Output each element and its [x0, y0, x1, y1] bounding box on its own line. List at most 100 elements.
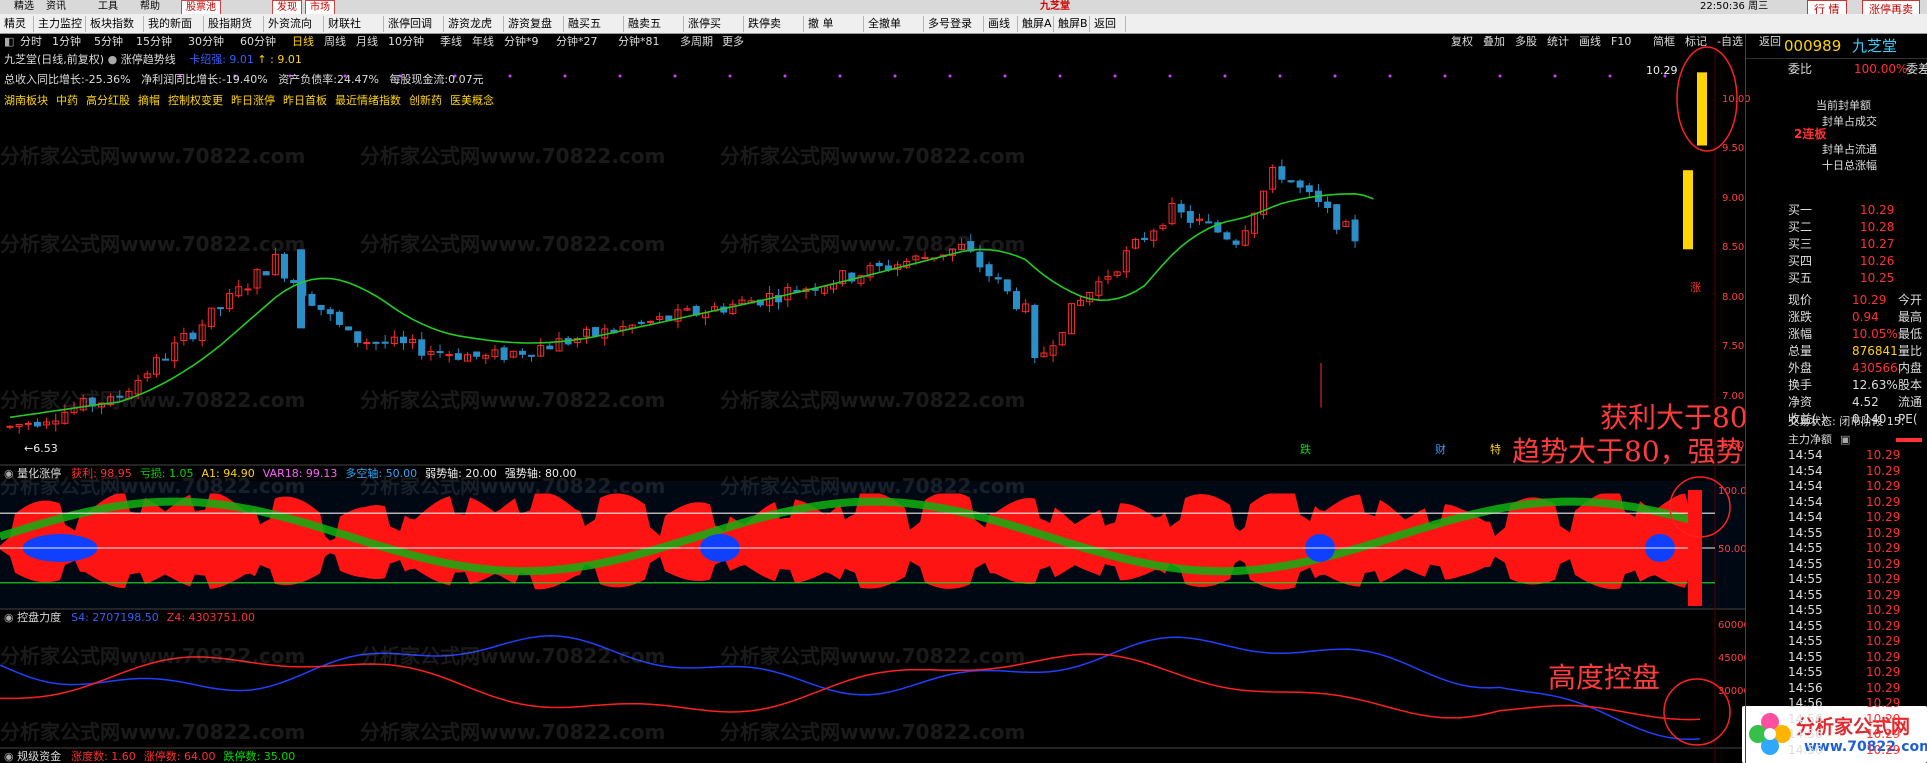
tick-price: 10.29	[1866, 634, 1901, 648]
profit-growth: 净利润同比增长:-19.40%	[141, 73, 268, 86]
candle-body	[518, 350, 526, 355]
watermark-text: 分析家公式网www.70822.com	[720, 388, 1026, 412]
annotation-control: 高度控盘	[1548, 661, 1661, 694]
stat-row: 涨幅 10.05% 最低	[1746, 326, 1927, 343]
event-dot	[893, 74, 897, 78]
candle-body	[1232, 240, 1240, 245]
watermark-text: 分析家公式网www.70822.com	[720, 144, 1026, 168]
debt-ratio: 资产负债率:24.47%	[278, 73, 379, 86]
candle-body	[262, 271, 270, 276]
tick-price: 10.29	[1866, 618, 1901, 633]
concept-tag[interactable]: 控制权变更	[168, 94, 223, 107]
tick-row: 14:55 10.29	[1746, 619, 1927, 634]
panel-title: 量化涨停	[17, 467, 62, 480]
tick-price: 10.29	[1866, 680, 1901, 695]
candle-body	[454, 353, 462, 360]
panel-dot-icon[interactable]: ◉	[4, 467, 17, 480]
panel-dot-icon[interactable]: ◉	[4, 611, 17, 624]
indicator-value-2: 9.01	[277, 53, 302, 66]
panel-legend-item: Z4: 4303751.00	[166, 611, 256, 624]
stock-name: 九芝堂	[1852, 37, 1898, 55]
limit-up-candle	[1697, 72, 1707, 146]
tick-time: 14:55	[1788, 587, 1823, 602]
panel-title: 规级资金	[17, 750, 62, 763]
event-dot	[948, 74, 952, 78]
stat-row: 换手 12.63% 股本	[1746, 377, 1927, 394]
tick-time: 14:55	[1788, 556, 1823, 571]
stat-right-label: 股本	[1898, 378, 1923, 392]
panel2-axis-label: 45000	[1718, 653, 1745, 664]
event-dot	[1278, 74, 1282, 78]
tick-row: 14:54 10.29	[1746, 495, 1927, 510]
indicator-up-arrow-icon: ↑ :	[257, 53, 278, 66]
tick-row: 14:55 10.29	[1746, 572, 1927, 587]
low-price-label: ←6.53	[24, 442, 58, 456]
stat-row: 涨跌 0.94 最高	[1746, 309, 1927, 326]
stat-right-label: 最低	[1898, 327, 1923, 341]
weibi-label: 委比	[1788, 62, 1813, 76]
bid-label: 买三	[1788, 237, 1813, 251]
stat-right-label: 最高	[1898, 310, 1923, 324]
bid-label: 买一	[1788, 203, 1813, 217]
event-dot	[1443, 74, 1447, 78]
concept-tag[interactable]: 昨日首板	[283, 94, 327, 107]
concept-tag[interactable]: 医美概念	[450, 94, 494, 107]
candle-body	[1324, 201, 1332, 209]
concept-tag[interactable]: 创新药	[409, 94, 442, 107]
bid-row: 买四 10.26	[1746, 253, 1927, 270]
tick-price: 10.29	[1866, 556, 1901, 571]
tick-row: 14:54 10.29	[1746, 448, 1927, 463]
stat-row: 外盘 430566 内盘	[1746, 360, 1927, 377]
watermark-text: 分析家公式网www.70822.com	[360, 232, 666, 256]
price-tick-label: 8.50	[1722, 242, 1745, 254]
panel-legend-item: 获利: 98.95	[71, 467, 132, 480]
event-dot	[1113, 74, 1117, 78]
tick-price: 10.29	[1866, 463, 1901, 478]
bid-row: 买二 10.28	[1746, 219, 1927, 236]
concept-tag[interactable]: 高分红股	[86, 94, 130, 107]
bid-price: 10.27	[1860, 237, 1895, 251]
tick-row: 14:55 10.29	[1746, 526, 1927, 541]
concept-tag[interactable]: 湖南板块	[4, 94, 48, 107]
chart-marker-label: 财	[1435, 442, 1446, 456]
panel-dot-icon[interactable]: ◉	[4, 750, 17, 763]
event-dot	[1388, 74, 1392, 78]
tick-time: 14:55	[1788, 572, 1823, 586]
tick-time: 14:55	[1788, 541, 1823, 555]
tick-time: 14:54	[1788, 479, 1823, 493]
fundamentals-line: 总收入同比增长:-25.36% 净利润同比增长:-19.40% 资产负债率:24…	[4, 72, 484, 88]
tick-time: 14:56	[1788, 680, 1823, 695]
net-flow-label: 主力净额	[1788, 433, 1832, 446]
tick-price: 10.29	[1866, 727, 1901, 741]
candle-body	[317, 304, 325, 310]
tick-price: 10.29	[1866, 510, 1901, 524]
event-dot	[1333, 74, 1337, 78]
candle-body	[216, 307, 224, 310]
concept-tag[interactable]: 最近情绪指数	[335, 94, 401, 107]
bid-price: 10.25	[1860, 271, 1895, 285]
watermark-text: 分析家公式网www.70822.com	[0, 644, 306, 668]
event-dot	[838, 74, 842, 78]
tick-price: 10.29	[1866, 742, 1901, 757]
bid-row: 买三 10.27	[1746, 236, 1927, 253]
concept-tag[interactable]: 昨日涨停	[231, 94, 275, 107]
panel-legend-item: 弱势轴: 20.00	[425, 467, 497, 480]
net-flow-icon[interactable]: ▣	[1840, 430, 1850, 450]
chart-marker-label: 涨	[1690, 281, 1701, 294]
watermark-text: 分析家公式网www.70822.com	[0, 232, 306, 256]
candle-body	[1003, 279, 1011, 292]
tick-price: 10.29	[1866, 541, 1901, 555]
event-dot	[1003, 74, 1007, 78]
candle-body	[354, 331, 362, 343]
stat-right-label: 内盘	[1898, 361, 1923, 375]
tick-price: 10.29	[1866, 572, 1901, 586]
chart-header: 九芝堂(日线,前复权) ● 涨停趋势线 卡绍强: 9.01 ↑ : 9.01	[4, 52, 302, 68]
chart-marker-label: 跌	[1300, 442, 1311, 456]
tick-price: 10.29	[1866, 603, 1901, 617]
tick-time: 14:55	[1788, 618, 1823, 633]
concept-tag[interactable]: 中药	[56, 94, 78, 107]
stat-value: 430566	[1852, 361, 1898, 375]
tick-price: 10.29	[1866, 696, 1901, 710]
tick-row: 14:56 10.29	[1746, 681, 1927, 696]
concept-tag[interactable]: 摘帽	[138, 94, 160, 107]
